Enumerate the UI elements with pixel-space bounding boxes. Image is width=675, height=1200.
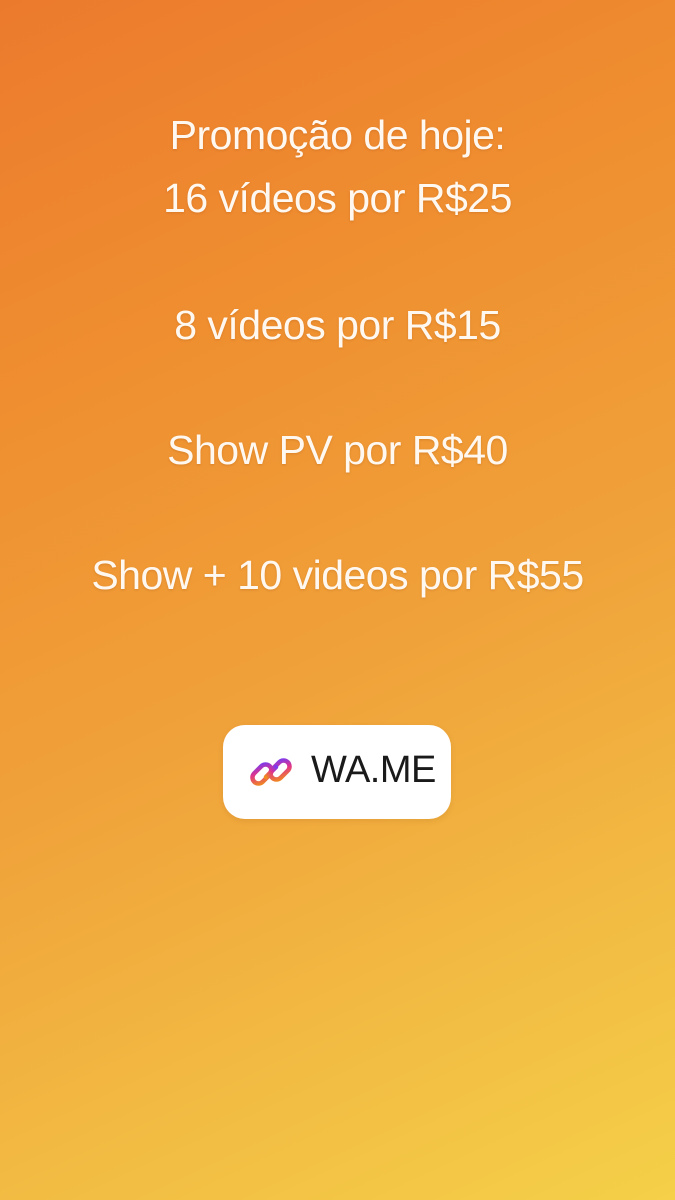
offer-8-videos: 8 vídeos por R$15 — [174, 302, 501, 348]
story-screen: { "story": { "lines": [ "Promoção de hoj… — [0, 0, 675, 1200]
offer-16-videos: 16 vídeos por R$25 — [163, 175, 512, 221]
link-sticker-button[interactable]: WA.ME — [223, 725, 451, 819]
link-icon — [250, 758, 292, 786]
link-sticker-label: WA.ME — [311, 749, 436, 791]
offer-show-plus-videos: Show + 10 videos por R$55 — [91, 552, 584, 598]
offer-show-pv: Show PV por R$40 — [167, 427, 508, 473]
promo-heading: Promoção de hoje: — [169, 112, 506, 158]
